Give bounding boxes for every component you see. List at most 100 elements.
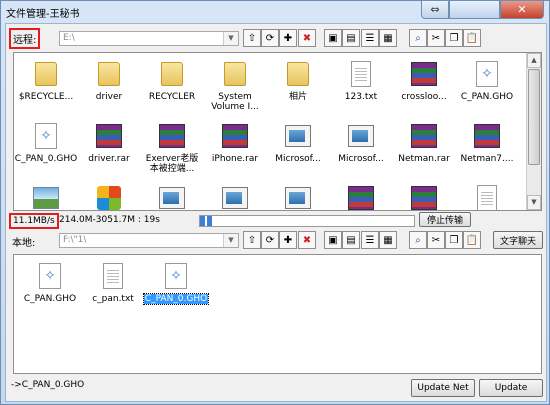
remote-folder-refresh-button[interactable]: ⟳ bbox=[261, 29, 279, 47]
text-chat-button[interactable]: 文字聊天 bbox=[493, 231, 543, 249]
file-item[interactable] bbox=[392, 183, 456, 210]
minimize-button[interactable]: ⇔ bbox=[421, 1, 449, 19]
file-name: crossloo... bbox=[401, 92, 447, 102]
folder-up-icon: ⇧ bbox=[247, 32, 257, 44]
paste-icon: 📋 bbox=[465, 234, 479, 246]
remote-label: 远程: bbox=[8, 28, 41, 49]
remote-search-button[interactable]: ⌕ bbox=[409, 29, 427, 47]
ghost-file-icon: ✧ bbox=[472, 59, 502, 89]
rar-archive-icon bbox=[220, 121, 250, 151]
file-item[interactable]: crossloo... bbox=[392, 59, 456, 102]
chevron-down-icon[interactable]: ▼ bbox=[223, 32, 238, 45]
folder-icon bbox=[94, 59, 124, 89]
folder-icon bbox=[157, 59, 187, 89]
search-icon: ⌕ bbox=[415, 234, 421, 246]
local-cut-button[interactable]: ✂ bbox=[427, 231, 445, 249]
file-item[interactable]: $RECYCLE... bbox=[14, 59, 78, 102]
local-search-button[interactable]: ⌕ bbox=[409, 231, 427, 249]
remote-paste-button[interactable]: 📋 bbox=[463, 29, 481, 47]
file-item[interactable] bbox=[203, 183, 267, 210]
remote-delete-button[interactable]: ✖ bbox=[298, 29, 316, 47]
file-item[interactable]: iPhone.rar bbox=[203, 121, 267, 164]
file-item[interactable]: System Volume I... bbox=[203, 59, 267, 112]
file-item[interactable]: ✧ C_PAN.GHO bbox=[455, 59, 519, 102]
file-item[interactable] bbox=[14, 183, 78, 210]
delete-icon: ✖ bbox=[302, 234, 312, 246]
text-file-icon bbox=[346, 59, 376, 89]
maximize-button[interactable] bbox=[449, 1, 500, 19]
file-item[interactable] bbox=[77, 183, 141, 210]
remote-details-view-button[interactable]: ▦ bbox=[379, 29, 397, 47]
local-file-list[interactable]: ✧ C_PAN.GHO c_pan.txt ✧ C_PAN_0.GHO bbox=[13, 254, 542, 374]
file-name: $RECYCLE... bbox=[18, 92, 74, 102]
remote-file-list[interactable]: $RECYCLE... driver RECYCLER System Volume I… bbox=[13, 52, 542, 211]
file-item[interactable]: ✧ C_PAN.GHO bbox=[18, 261, 82, 304]
update-net-button[interactable]: Update Net bbox=[411, 379, 475, 397]
file-name: Microsof... bbox=[275, 154, 321, 164]
local-delete-button[interactable]: ✖ bbox=[298, 231, 316, 249]
local-copy-button[interactable]: ❐ bbox=[445, 231, 463, 249]
remote-scrollbar[interactable]: ▲ ▼ bbox=[526, 53, 541, 210]
local-path-select[interactable]: F:\"1\ ▼ bbox=[59, 233, 239, 248]
rar-archive-icon bbox=[409, 121, 439, 151]
office-icon bbox=[94, 183, 124, 210]
remote-path-select[interactable]: E:\ ▼ bbox=[59, 31, 239, 46]
remote-folder-up-button[interactable]: ⇧ bbox=[243, 29, 261, 47]
ghost-file-icon: ✧ bbox=[161, 261, 191, 291]
close-icon: ✕ bbox=[517, 3, 527, 16]
local-folder-up-button[interactable]: ⇧ bbox=[243, 231, 261, 249]
file-item[interactable] bbox=[455, 183, 519, 210]
file-item[interactable] bbox=[329, 183, 393, 210]
local-list-view-button[interactable]: ☰ bbox=[361, 231, 379, 249]
close-button[interactable]: ✕ bbox=[500, 1, 544, 19]
title-bar: 文件管理-王秘书 ⇔ ✕ bbox=[1, 1, 549, 23]
file-item[interactable]: Netman7.... bbox=[455, 121, 519, 164]
file-item[interactable] bbox=[140, 183, 204, 210]
local-new-folder-button[interactable]: ✚ bbox=[279, 231, 297, 249]
remote-new-folder-button[interactable]: ✚ bbox=[279, 29, 297, 47]
file-name: driver.rar bbox=[88, 154, 130, 164]
folder-refresh-icon: ⟳ bbox=[265, 32, 275, 44]
local-paste-button[interactable]: 📋 bbox=[463, 231, 481, 249]
file-name: System Volume I... bbox=[211, 92, 259, 112]
file-item[interactable]: Microsof... bbox=[329, 121, 393, 164]
large-icons-view-icon: ▣ bbox=[328, 32, 338, 44]
update-button[interactable]: Update bbox=[479, 379, 543, 397]
local-path-value: F:\"1\ bbox=[63, 235, 87, 245]
file-item[interactable]: RECYCLER bbox=[140, 59, 204, 102]
remote-larges-view-icon-button[interactable]: ▣ bbox=[324, 29, 342, 47]
file-item[interactable] bbox=[266, 183, 330, 210]
list-view-icon: ☰ bbox=[365, 234, 375, 246]
stop-transfer-button[interactable]: 停止传输 bbox=[419, 212, 471, 227]
file-name: c_pan.txt bbox=[92, 294, 134, 304]
remote-list-view-button[interactable]: ☰ bbox=[361, 29, 379, 47]
file-name: C_PAN_0.GHO bbox=[143, 293, 209, 305]
file-item[interactable]: Exerver老版 本被控端... bbox=[140, 121, 204, 174]
file-item[interactable]: 123.txt bbox=[329, 59, 393, 102]
file-item[interactable]: ✧ C_PAN_0.GHO bbox=[143, 261, 209, 305]
file-name: Netman.rar bbox=[398, 154, 450, 164]
local-folder-refresh-button[interactable]: ⟳ bbox=[261, 231, 279, 249]
file-item[interactable]: c_pan.txt bbox=[81, 261, 145, 304]
executable-icon bbox=[220, 183, 250, 210]
file-item[interactable]: Microsof... bbox=[266, 121, 330, 164]
scroll-thumb[interactable] bbox=[528, 69, 540, 165]
rar-archive-icon bbox=[409, 183, 439, 210]
local-smalls-view-icon-button[interactable]: ▤ bbox=[342, 231, 360, 249]
chevron-down-icon[interactable]: ▼ bbox=[223, 234, 238, 247]
remote-copy-button[interactable]: ❐ bbox=[445, 29, 463, 47]
file-item[interactable]: driver bbox=[77, 59, 141, 102]
remote-cut-button[interactable]: ✂ bbox=[427, 29, 445, 47]
remote-smalls-view-icon-button[interactable]: ▤ bbox=[342, 29, 360, 47]
local-details-view-button[interactable]: ▦ bbox=[379, 231, 397, 249]
file-item[interactable]: ✧ C_PAN_0.GHO bbox=[14, 121, 78, 164]
scroll-down-icon[interactable]: ▼ bbox=[527, 195, 541, 210]
folder-icon bbox=[283, 59, 313, 89]
local-larges-view-icon-button[interactable]: ▣ bbox=[324, 231, 342, 249]
file-item[interactable]: driver.rar bbox=[77, 121, 141, 164]
file-item[interactable]: 相片 bbox=[266, 59, 330, 102]
executable-icon bbox=[346, 121, 376, 151]
file-item[interactable]: Netman.rar bbox=[392, 121, 456, 164]
scroll-up-icon[interactable]: ▲ bbox=[527, 53, 541, 68]
image-file-icon bbox=[31, 183, 61, 210]
